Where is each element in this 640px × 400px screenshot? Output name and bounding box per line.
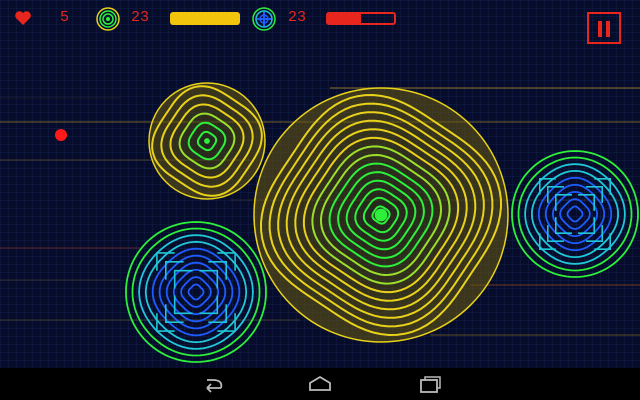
blue-orb-icon bbox=[252, 7, 276, 31]
blue-orb-left[interactable] bbox=[125, 221, 267, 363]
yellow-orb-small[interactable] bbox=[148, 82, 266, 200]
game-screen[interactable]: 5 23 23 bbox=[0, 0, 640, 400]
pause-icon bbox=[589, 14, 619, 42]
hud-bar: 5 23 23 bbox=[0, 0, 640, 44]
heart-icon bbox=[15, 11, 31, 25]
recents-icon[interactable] bbox=[415, 374, 443, 394]
blue-orb-right[interactable] bbox=[511, 150, 639, 278]
green-energy-bar bbox=[170, 12, 240, 25]
green-orb-count: 23 bbox=[131, 9, 150, 26]
android-nav-bar bbox=[0, 368, 640, 400]
red-energy-bar bbox=[326, 12, 396, 25]
back-icon[interactable] bbox=[199, 374, 227, 394]
red-energy-fill bbox=[328, 14, 361, 23]
playfield[interactable] bbox=[0, 0, 640, 368]
yellow-orb-large[interactable] bbox=[253, 87, 509, 343]
player-dot[interactable] bbox=[55, 129, 67, 141]
pause-button[interactable] bbox=[587, 12, 621, 44]
blue-orb-count: 23 bbox=[288, 9, 307, 26]
green-energy-fill bbox=[170, 12, 240, 25]
green-orb-icon bbox=[96, 7, 120, 31]
home-icon[interactable] bbox=[306, 374, 334, 394]
lives-count: 5 bbox=[60, 9, 70, 26]
